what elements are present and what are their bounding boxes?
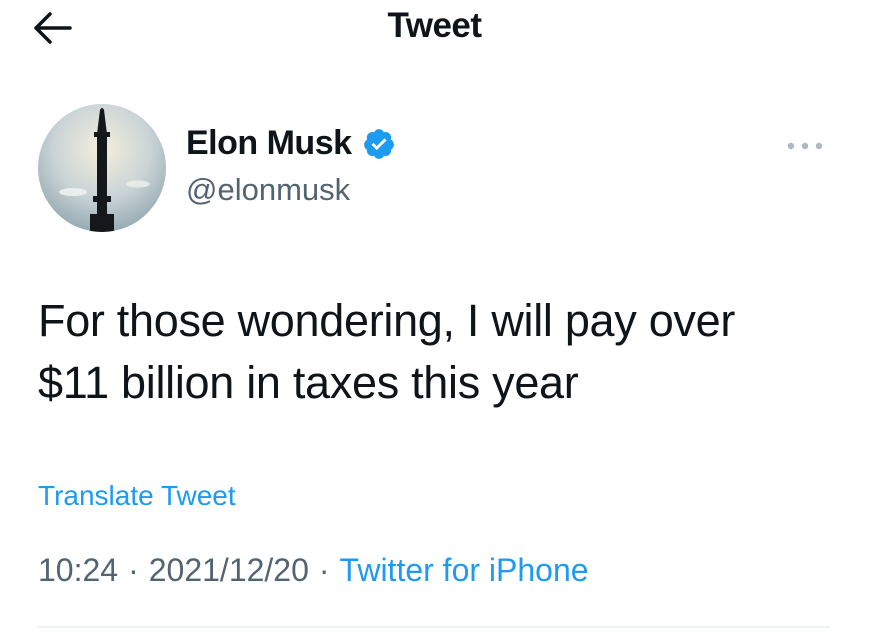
author-name-row[interactable]: Elon Musk xyxy=(186,124,396,163)
tweet-source-link[interactable]: Twitter for iPhone xyxy=(340,552,589,588)
more-dots-icon xyxy=(787,142,823,150)
more-options-button[interactable] xyxy=(780,128,830,164)
tweet-date: 2021/12/20 xyxy=(148,552,309,588)
tweet-text-line-2: $11 billion in taxes this year xyxy=(38,357,579,408)
page-title: Tweet xyxy=(387,6,482,45)
tweet-meta: 10:24 · 2021/12/20 · Twitter for iPhone xyxy=(38,552,589,589)
top-bar: Tweet xyxy=(0,0,869,60)
author-handle[interactable]: @elonmusk xyxy=(186,172,350,208)
divider xyxy=(38,626,830,628)
meta-separator: · xyxy=(128,552,139,588)
verified-badge-icon xyxy=(362,127,396,161)
avatar[interactable] xyxy=(38,104,166,232)
tweet-text-line-1: For those wondering, I will pay over xyxy=(38,295,736,346)
tweet-time: 10:24 xyxy=(38,552,119,588)
meta-separator: · xyxy=(318,552,330,588)
tweet-detail-page: Tweet Elon Musk @elonmusk For those wond… xyxy=(0,0,869,632)
tweet-text: For those wondering, I will pay over $11… xyxy=(38,290,848,414)
translate-tweet-link[interactable]: Translate Tweet xyxy=(38,480,236,512)
starship-avatar-icon xyxy=(38,104,166,232)
author-name: Elon Musk xyxy=(186,124,352,162)
